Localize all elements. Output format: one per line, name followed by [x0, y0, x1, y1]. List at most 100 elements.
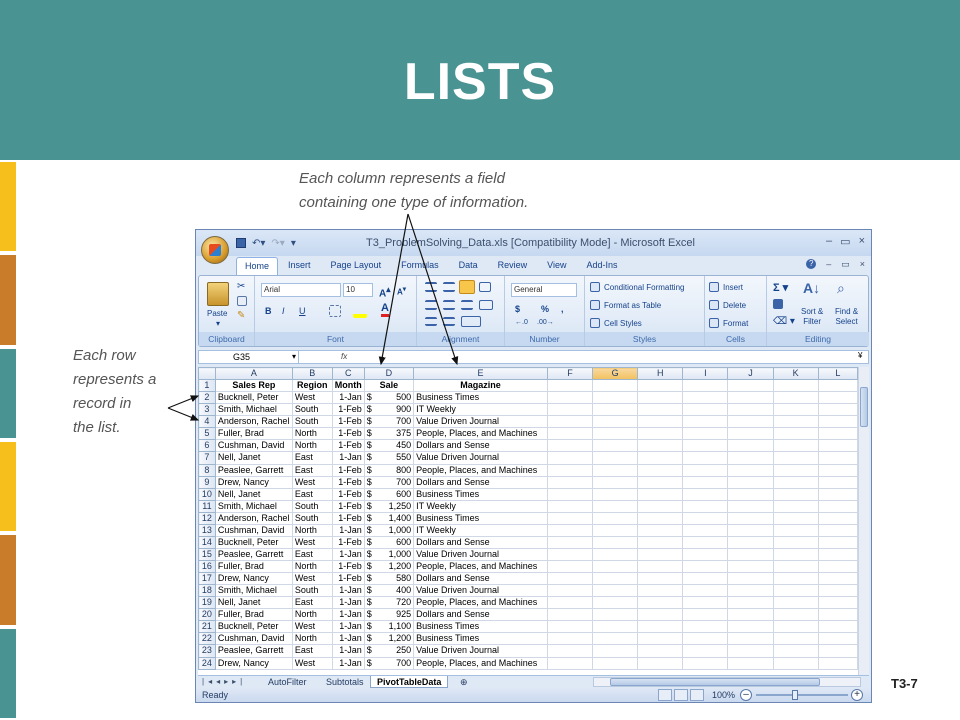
sheet-tab-autofilter[interactable]: AutoFilter	[262, 676, 313, 688]
vertical-scroll-thumb[interactable]	[860, 387, 868, 427]
magazine-cell[interactable]: People, Places, and Machines	[413, 656, 548, 670]
sale-cell[interactable]: $700	[363, 475, 415, 489]
magazine-cell[interactable]: IT Weekly	[413, 499, 548, 513]
row-header[interactable]: 5	[198, 427, 216, 441]
sale-cell[interactable]: $580	[363, 572, 415, 586]
month-cell[interactable]: 1-Jan	[331, 596, 365, 610]
column-header-e[interactable]: E	[413, 367, 548, 381]
region-cell[interactable]: North	[291, 632, 333, 646]
region-cell[interactable]: West	[291, 391, 333, 405]
row-header[interactable]: 8	[198, 463, 216, 477]
expand-formula-bar-icon[interactable]: ¥	[858, 351, 862, 360]
empty-cell[interactable]	[546, 415, 594, 429]
empty-cell[interactable]	[727, 391, 774, 405]
empty-cell[interactable]	[546, 523, 594, 537]
horizontal-scrollbar[interactable]	[593, 677, 861, 687]
sales-rep-cell[interactable]: Nell, Janet	[214, 487, 293, 501]
empty-cell[interactable]	[682, 463, 729, 477]
empty-cell[interactable]	[546, 451, 594, 465]
month-cell[interactable]: 1-Jan	[331, 632, 365, 646]
header-cell[interactable]: Sales Rep	[214, 379, 293, 393]
month-cell[interactable]: 1-Jan	[331, 620, 365, 634]
header-cell[interactable]: Magazine	[413, 379, 548, 393]
empty-cell[interactable]	[772, 403, 819, 417]
sales-rep-cell[interactable]: Peaslee, Garrett	[214, 644, 293, 658]
row-header[interactable]: 2	[198, 391, 216, 405]
empty-cell[interactable]	[727, 644, 774, 658]
row-header[interactable]: 22	[198, 632, 216, 646]
format-cells-button[interactable]: Format	[723, 319, 748, 328]
column-header-j[interactable]: J	[727, 367, 774, 381]
row-header[interactable]: 12	[198, 511, 216, 525]
tab-data[interactable]: Data	[449, 257, 488, 275]
magazine-cell[interactable]: People, Places, and Machines	[413, 559, 548, 574]
empty-cell[interactable]	[592, 547, 639, 562]
undo-icon[interactable]: ↶▾	[252, 238, 265, 249]
underline-button[interactable]: U	[299, 306, 306, 316]
font-size-select[interactable]: 10	[343, 283, 373, 297]
cell-styles-icon[interactable]	[590, 318, 600, 328]
row-header[interactable]: 20	[198, 608, 216, 622]
empty-cell[interactable]	[637, 620, 684, 634]
empty-cell[interactable]	[817, 391, 858, 405]
month-cell[interactable]: 1-Feb	[331, 559, 365, 574]
empty-cell[interactable]	[592, 475, 639, 489]
empty-cell[interactable]	[772, 379, 819, 393]
region-cell[interactable]: East	[291, 644, 333, 658]
empty-cell[interactable]	[637, 427, 684, 441]
sheet-tab-subtotals[interactable]: Subtotals	[320, 676, 370, 688]
empty-cell[interactable]	[817, 379, 858, 393]
sale-cell[interactable]: $900	[363, 403, 415, 417]
paste-dropdown-icon[interactable]: ▾	[216, 319, 220, 328]
sales-rep-cell[interactable]: Fuller, Brad	[214, 427, 293, 441]
empty-cell[interactable]	[817, 403, 858, 417]
month-cell[interactable]: 1-Jan	[331, 644, 365, 658]
empty-cell[interactable]	[817, 451, 858, 465]
empty-cell[interactable]	[682, 415, 729, 429]
empty-cell[interactable]	[817, 487, 858, 501]
fill-color-icon[interactable]	[353, 304, 367, 318]
redo-icon[interactable]: ↷▾	[271, 238, 284, 249]
empty-cell[interactable]	[592, 391, 639, 405]
magazine-cell[interactable]: Value Driven Journal	[413, 644, 548, 658]
empty-cell[interactable]	[592, 632, 639, 646]
region-cell[interactable]: West	[291, 572, 333, 586]
month-cell[interactable]: 1-Feb	[331, 475, 365, 489]
sale-cell[interactable]: $1,100	[363, 620, 415, 634]
close-icon[interactable]: ×	[859, 235, 865, 248]
empty-cell[interactable]	[817, 559, 858, 574]
conditional-formatting-icon[interactable]	[590, 282, 600, 292]
empty-cell[interactable]	[727, 559, 774, 574]
month-cell[interactable]: 1-Feb	[331, 499, 365, 513]
sale-cell[interactable]: $1,250	[363, 499, 415, 513]
sales-rep-cell[interactable]: Cushman, David	[214, 523, 293, 537]
empty-cell[interactable]	[637, 451, 684, 465]
minimize-icon[interactable]: –	[826, 235, 832, 248]
tab-add-ins[interactable]: Add-Ins	[576, 257, 627, 275]
region-cell[interactable]: South	[291, 499, 333, 513]
worksheet-grid[interactable]: ABCDEFGHIJKL 1 Sales Rep Region Month Sale Ma…	[198, 367, 858, 675]
magazine-cell[interactable]: Dollars and Sense	[413, 535, 548, 549]
empty-cell[interactable]	[637, 596, 684, 610]
empty-cell[interactable]	[546, 499, 594, 513]
region-cell[interactable]: West	[291, 656, 333, 670]
sales-rep-cell[interactable]: Anderson, Rachel	[214, 511, 293, 525]
sales-rep-cell[interactable]: Bucknell, Peter	[214, 620, 293, 634]
empty-cell[interactable]	[592, 608, 639, 622]
empty-cell[interactable]	[546, 475, 594, 489]
align-center-icon[interactable]	[443, 300, 455, 310]
row-header[interactable]: 17	[198, 572, 216, 586]
empty-cell[interactable]	[727, 656, 774, 670]
magazine-cell[interactable]: Business Times	[413, 620, 548, 634]
sale-cell[interactable]: $600	[363, 487, 415, 501]
empty-cell[interactable]	[772, 632, 819, 646]
row-header[interactable]: 23	[198, 644, 216, 658]
row-header[interactable]: 4	[198, 415, 216, 429]
empty-cell[interactable]	[772, 391, 819, 405]
empty-cell[interactable]	[637, 644, 684, 658]
align-bottom-icon[interactable]	[459, 280, 475, 294]
empty-cell[interactable]	[637, 656, 684, 670]
empty-cell[interactable]	[546, 403, 594, 417]
empty-cell[interactable]	[637, 523, 684, 537]
magazine-cell[interactable]: Business Times	[413, 511, 548, 525]
